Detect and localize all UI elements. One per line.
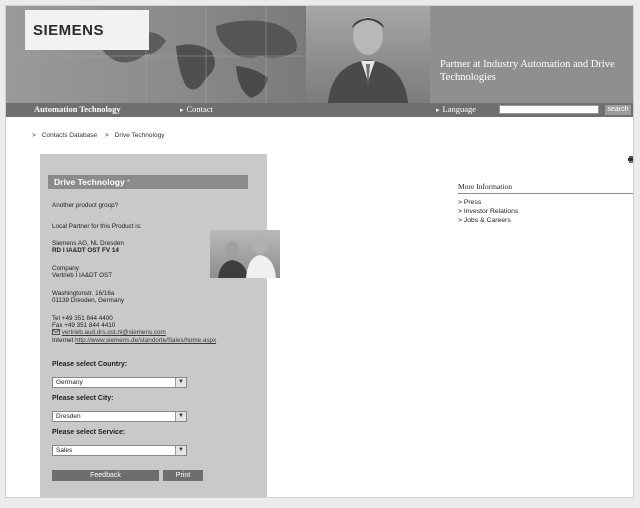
service-label: Please select Service: bbox=[52, 429, 126, 436]
more-item-jobs-careers[interactable]: > Jobs & Careers bbox=[458, 217, 511, 224]
breadcrumb: > Contacts Database > Drive Technology bbox=[32, 132, 170, 139]
country-select-value: Germany bbox=[56, 379, 83, 386]
more-item-press[interactable]: > Press bbox=[458, 199, 481, 206]
city-label: Please select City: bbox=[52, 395, 114, 402]
breadcrumb-contacts-database[interactable]: Contacts Database bbox=[42, 132, 97, 139]
printer-icon[interactable] bbox=[628, 156, 634, 163]
envelope-icon bbox=[52, 329, 60, 336]
panel-title: Drive Technology * bbox=[54, 177, 130, 187]
feedback-button[interactable]: Feedback bbox=[52, 470, 159, 481]
country-select[interactable]: Germany ▼ bbox=[52, 377, 187, 388]
more-item-investor-relations[interactable]: > Investor Relations bbox=[458, 208, 518, 215]
email-row: vertrieb.aud.drs.ost.nl@siemens.com bbox=[52, 329, 166, 337]
breadcrumb-arrow-icon: > bbox=[32, 132, 36, 139]
another-product-group-link[interactable]: Another product group? bbox=[52, 202, 118, 210]
breadcrumb-arrow-icon: > bbox=[458, 217, 462, 224]
nav-language[interactable]: ▸ Language bbox=[436, 104, 476, 114]
chevron-down-icon[interactable]: ▼ bbox=[175, 378, 186, 387]
more-item-label: Jobs & Careers bbox=[463, 217, 511, 224]
nav-contact-label: Contact bbox=[186, 104, 213, 114]
nav-language-label: Language bbox=[442, 104, 477, 114]
contact-people-photo bbox=[210, 230, 280, 278]
panel-title-bar: Drive Technology * bbox=[48, 175, 248, 189]
service-select[interactable]: Sales ▼ bbox=[52, 445, 187, 456]
contact-panel: Drive Technology * Another product group?… bbox=[40, 154, 280, 497]
breadcrumb-arrow-icon: > bbox=[458, 199, 462, 206]
more-item-label: Investor Relations bbox=[463, 208, 519, 215]
siemens-logo[interactable]: SIEMENS bbox=[33, 22, 104, 39]
divider bbox=[458, 193, 633, 194]
internet-link[interactable]: http://www.siemens.de/standorte/Sales/ho… bbox=[75, 337, 216, 344]
breadcrumb-arrow-icon: > bbox=[104, 132, 109, 139]
main-nav: Automation Technology ▸ Contact ▸ Language… bbox=[6, 103, 633, 117]
businessman-photo bbox=[306, 6, 430, 103]
arrow-right-icon: ▸ bbox=[436, 106, 440, 114]
world-map-image: SIEMENS bbox=[6, 6, 306, 103]
nav-contact[interactable]: ▸ Contact bbox=[180, 104, 213, 114]
city-address: 01139 Dresden, Germany bbox=[52, 297, 124, 304]
email-link[interactable]: vertrieb.aud.drs.ost.nl@siemens.com bbox=[62, 329, 166, 336]
service-select-value: Sales bbox=[56, 447, 73, 454]
header-tagline: Partner at Industry Automation and Drive… bbox=[440, 59, 615, 83]
city-select-value: Dresden bbox=[56, 413, 81, 420]
internet-label: Internet bbox=[52, 337, 74, 344]
print-button[interactable]: Print bbox=[163, 470, 203, 481]
department: RD I IA&DT OST FV 14 bbox=[52, 247, 119, 254]
page: SIEMENS Partner at Industry Automation a… bbox=[5, 5, 634, 498]
country-label: Please select Country: bbox=[52, 361, 128, 368]
internet-row: Internet http://www.siemens.de/standorte… bbox=[52, 337, 216, 345]
header-tagline-area: Partner at Industry Automation and Drive… bbox=[430, 6, 633, 103]
search-input[interactable] bbox=[499, 105, 599, 114]
arrow-right-icon: ▸ bbox=[180, 106, 184, 114]
breadcrumb-drive-technology[interactable]: Drive Technology bbox=[115, 132, 165, 139]
local-partner-label: Local Partner for this Product is: bbox=[52, 223, 142, 230]
city-select[interactable]: Dresden ▼ bbox=[52, 411, 187, 422]
more-information-title: More Information bbox=[458, 182, 512, 191]
chevron-down-icon[interactable]: ▼ bbox=[175, 446, 186, 455]
search-button[interactable]: search bbox=[605, 105, 631, 115]
chevron-down-icon[interactable]: ▼ bbox=[175, 412, 186, 421]
more-item-label: Press bbox=[463, 199, 482, 206]
panel-title-text: Drive Technology bbox=[54, 177, 125, 187]
site-header: SIEMENS Partner at Industry Automation a… bbox=[6, 6, 633, 103]
nav-automation-technology[interactable]: Automation Technology bbox=[34, 104, 121, 114]
title-marker: * bbox=[126, 177, 131, 187]
company-value: Vertrieb I IA&DT OST bbox=[52, 272, 113, 279]
breadcrumb-arrow-icon: > bbox=[458, 208, 462, 215]
